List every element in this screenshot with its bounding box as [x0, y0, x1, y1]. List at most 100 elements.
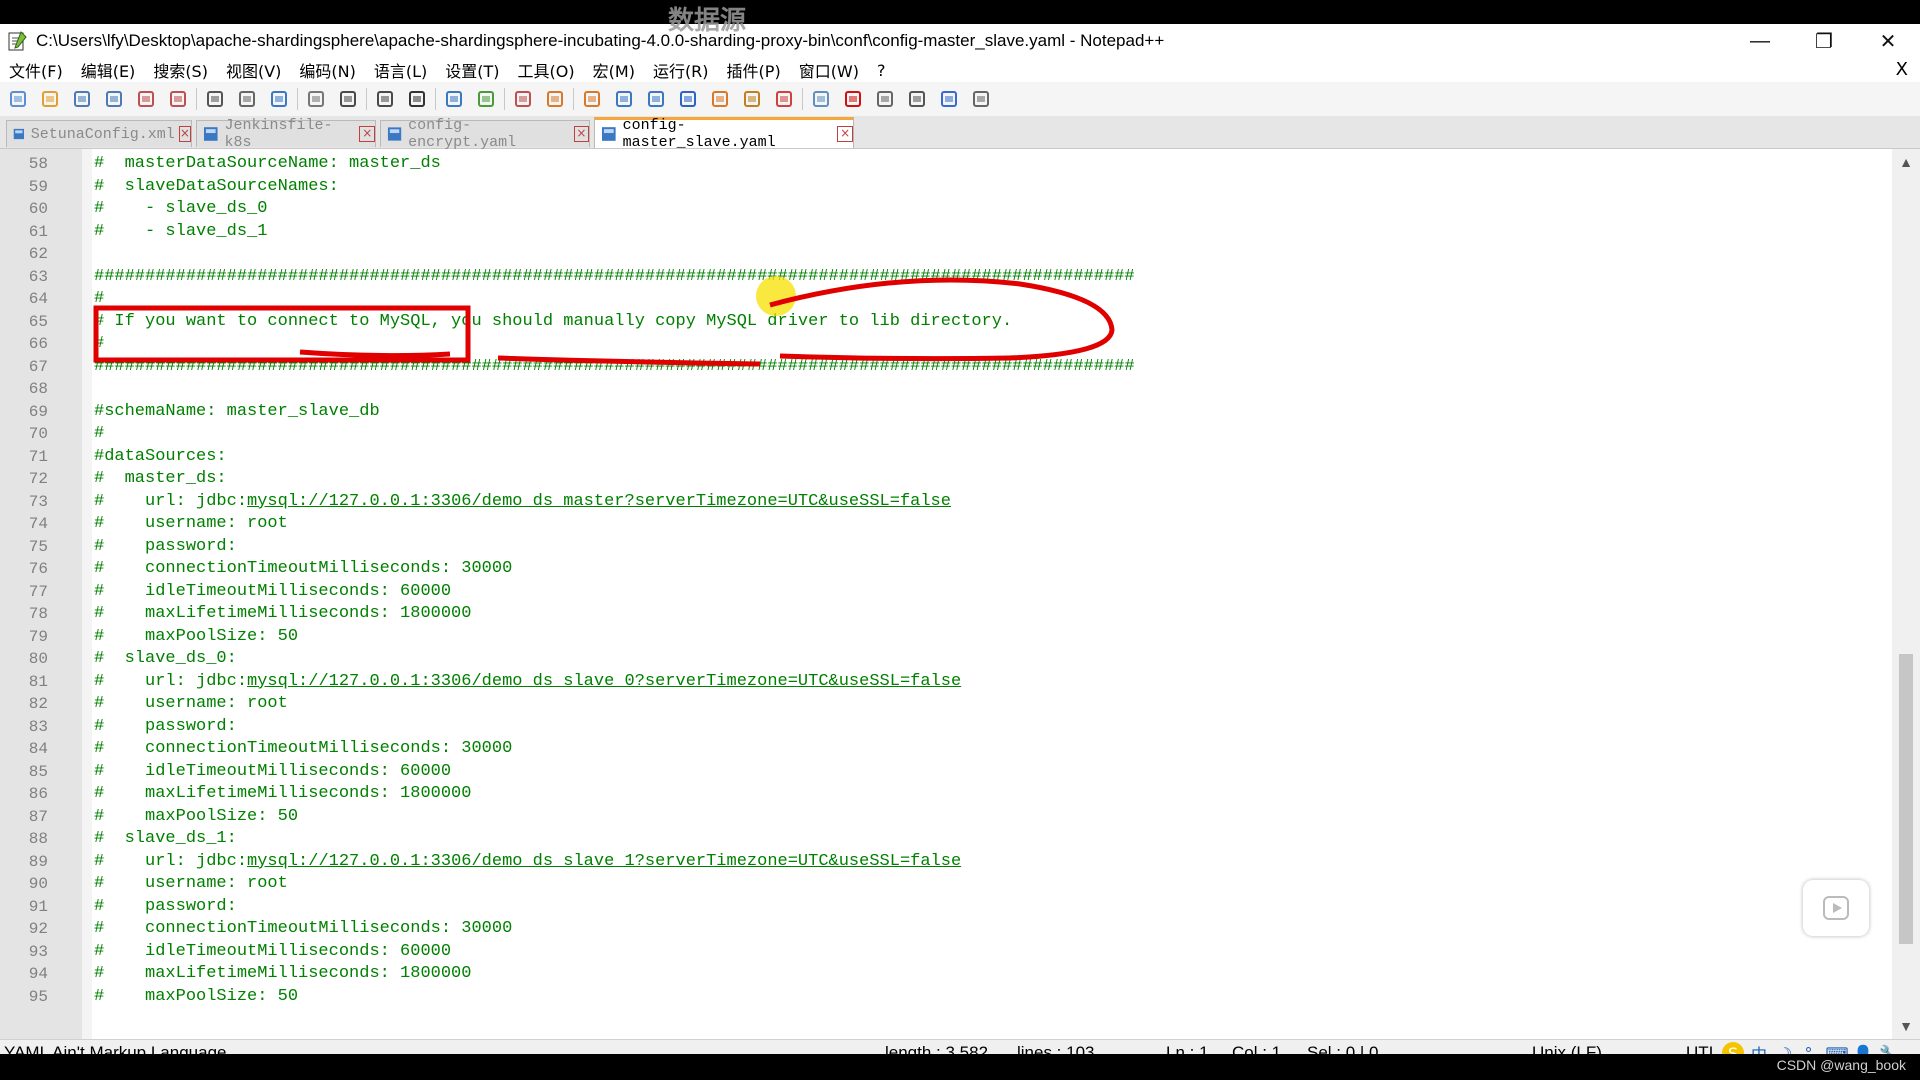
redo-icon[interactable] — [373, 87, 397, 111]
code-line[interactable]: # url: jdbc:mysql://127.0.0.1:3306/demo_… — [94, 851, 961, 874]
code-line[interactable]: # — [94, 423, 104, 446]
code-line[interactable]: # username: root — [94, 693, 288, 716]
code-line[interactable]: # If you want to connect to MySQL, you s… — [94, 311, 1012, 334]
zoom-in-icon[interactable] — [474, 87, 498, 111]
code-line[interactable]: # maxLifetimeMilliseconds: 1800000 — [94, 783, 471, 806]
close-window-button[interactable]: ✕ — [1856, 24, 1920, 58]
code-line[interactable]: # idleTimeoutMilliseconds: 60000 — [94, 581, 451, 604]
code-line[interactable]: ########################################… — [94, 356, 1135, 379]
run-macro-multiple-icon[interactable] — [937, 87, 961, 111]
code-line[interactable]: ########################################… — [94, 266, 1135, 289]
function-list-icon[interactable] — [740, 87, 764, 111]
sync-horizontal-icon[interactable] — [580, 87, 604, 111]
code-line[interactable]: # maxPoolSize: 50 — [94, 986, 298, 1009]
save-macro-icon[interactable] — [969, 87, 993, 111]
code-line[interactable]: #schemaName: master_slave_db — [94, 401, 380, 424]
new-file-icon[interactable] — [6, 87, 30, 111]
code-line[interactable]: # url: jdbc:mysql://127.0.0.1:3306/demo_… — [94, 671, 961, 694]
code-line[interactable]: # username: root — [94, 873, 288, 896]
indent-guide-icon[interactable] — [676, 87, 700, 111]
tab-close-icon[interactable]: × — [573, 126, 589, 142]
close-all-icon[interactable] — [166, 87, 190, 111]
code-line[interactable]: # - slave_ds_0 — [94, 198, 267, 221]
tab-close-icon[interactable]: × — [178, 126, 191, 142]
code-line[interactable]: # — [94, 333, 104, 356]
print-icon[interactable] — [203, 87, 227, 111]
menu-window[interactable]: 窗口(W) — [790, 58, 868, 82]
code-line[interactable]: # password: — [94, 716, 237, 739]
play-macro-icon[interactable] — [905, 87, 929, 111]
scrollbar-thumb[interactable] — [1899, 654, 1913, 944]
open-file-icon[interactable] — [38, 87, 62, 111]
code-line[interactable]: # connectionTimeoutMilliseconds: 30000 — [94, 558, 512, 581]
tab-setunaconfig[interactable]: SetunaConfig.xml × — [6, 120, 192, 147]
code-line[interactable]: # — [94, 288, 104, 311]
code-line[interactable]: # connectionTimeoutMilliseconds: 30000 — [94, 918, 512, 941]
vertical-scrollbar[interactable]: ▲ ▼ — [1892, 149, 1920, 1039]
scroll-down-arrow-icon[interactable]: ▼ — [1892, 1013, 1920, 1039]
cut-icon[interactable] — [235, 87, 259, 111]
code-line[interactable]: # masterDataSourceName: master_ds — [94, 153, 441, 176]
code-text[interactable]: # masterDataSourceName: master_ds # slave… — [94, 149, 1884, 1039]
code-line[interactable]: #dataSources: — [94, 446, 227, 469]
monitoring-icon[interactable] — [809, 87, 833, 111]
video-play-button[interactable] — [1803, 880, 1869, 936]
doc-map-icon[interactable] — [708, 87, 732, 111]
menu-file[interactable]: 文件(F) — [0, 58, 72, 82]
find-icon[interactable] — [405, 87, 429, 111]
tab-close-icon[interactable]: × — [359, 126, 376, 142]
zoom-out-icon[interactable] — [511, 87, 535, 111]
code-url-link[interactable]: mysql://127.0.0.1:3306/demo_ds_slave_0?s… — [247, 672, 961, 691]
menu-settings[interactable]: 设置(T) — [436, 58, 508, 82]
code-line[interactable]: # slave_ds_0: — [94, 648, 237, 671]
code-line[interactable]: # maxPoolSize: 50 — [94, 626, 298, 649]
code-line[interactable]: # connectionTimeoutMilliseconds: 30000 — [94, 738, 512, 761]
code-url-link[interactable]: mysql://127.0.0.1:3306/demo_ds_slave_1?s… — [247, 852, 961, 871]
paste-icon[interactable] — [304, 87, 328, 111]
code-line[interactable]: # slaveDataSourceNames: — [94, 176, 339, 199]
code-url-link[interactable]: mysql://127.0.0.1:3306/demo_ds_master?se… — [247, 492, 951, 511]
save-all-icon[interactable] — [102, 87, 126, 111]
code-line[interactable]: # maxLifetimeMilliseconds: 1800000 — [94, 963, 471, 986]
restore-button[interactable]: ❐ — [1792, 24, 1856, 58]
copy-icon[interactable] — [267, 87, 291, 111]
close-icon[interactable] — [134, 87, 158, 111]
tab-jenkinsfile[interactable]: Jenkinsfile-k8s × — [196, 117, 376, 151]
tab-config-master-slave[interactable]: config-master_slave.yaml × — [594, 117, 854, 151]
show-all-chars-icon[interactable] — [644, 87, 668, 111]
menu-tools[interactable]: 工具(O) — [509, 58, 584, 82]
editor-area[interactable]: 58 59 60 61 62 63 64 65 66 67 68 69 70 71 72 73 74 75 76 77… — [0, 149, 1920, 1039]
tab-config-encrypt[interactable]: config-encrypt.yaml × — [380, 117, 590, 151]
menu-plugins[interactable]: 插件(P) — [718, 58, 790, 82]
menu-language[interactable]: 语言(L) — [365, 58, 436, 82]
code-line[interactable]: # username: root — [94, 513, 288, 536]
folder-workspace-icon[interactable] — [772, 87, 796, 111]
code-line[interactable]: # password: — [94, 896, 237, 919]
scroll-up-arrow-icon[interactable]: ▲ — [1892, 149, 1920, 175]
menu-help[interactable]: ? — [868, 61, 895, 80]
code-line[interactable]: # url: jdbc:mysql://127.0.0.1:3306/demo_… — [94, 491, 951, 514]
sync-vertical-icon[interactable] — [543, 87, 567, 111]
save-icon[interactable] — [70, 87, 94, 111]
code-line[interactable]: # slave_ds_1: — [94, 828, 237, 851]
record-macro-icon[interactable] — [841, 87, 865, 111]
menu-edit[interactable]: 编辑(E) — [72, 58, 145, 82]
word-wrap-icon[interactable] — [612, 87, 636, 111]
menu-search[interactable]: 搜索(S) — [144, 58, 217, 82]
code-line[interactable]: # password: — [94, 536, 237, 559]
stop-macro-icon[interactable] — [873, 87, 897, 111]
minimize-button[interactable]: — — [1728, 24, 1792, 58]
menu-encoding[interactable]: 编码(N) — [290, 58, 364, 82]
menu-macro[interactable]: 宏(M) — [584, 58, 644, 82]
undo-icon[interactable] — [336, 87, 360, 111]
code-line[interactable]: # - slave_ds_1 — [94, 221, 267, 244]
menu-view[interactable]: 视图(V) — [217, 58, 290, 82]
code-line[interactable]: # idleTimeoutMilliseconds: 60000 — [94, 761, 451, 784]
close-document-button[interactable]: X — [1896, 58, 1908, 82]
menu-run[interactable]: 运行(R) — [644, 58, 718, 82]
code-line[interactable]: # maxLifetimeMilliseconds: 1800000 — [94, 603, 471, 626]
replace-icon[interactable] — [442, 87, 466, 111]
code-line[interactable]: # idleTimeoutMilliseconds: 60000 — [94, 941, 451, 964]
code-line[interactable]: # master_ds: — [94, 468, 227, 491]
tab-close-icon[interactable]: × — [837, 126, 853, 142]
